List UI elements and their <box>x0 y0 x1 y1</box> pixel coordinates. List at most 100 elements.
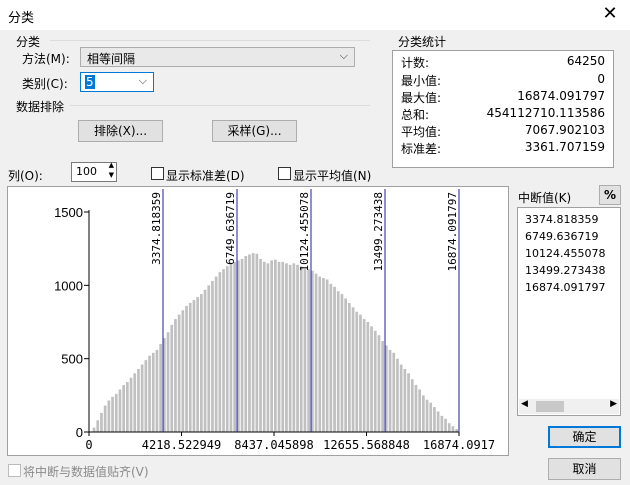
stats-row: 标准差: 3361.707159 <box>401 140 605 156</box>
histogram-bar <box>414 385 418 432</box>
histogram-bar <box>188 302 192 432</box>
histogram-bar <box>429 402 433 432</box>
histogram-bar <box>436 411 440 432</box>
histogram-bar <box>377 335 381 432</box>
histogram-bar <box>277 261 281 432</box>
list-item[interactable]: 13499.273438 <box>525 264 605 277</box>
histogram-bar <box>122 385 125 432</box>
show-std-label: 显示标准差(D) <box>166 169 245 183</box>
exclude-button[interactable]: 排除(X)... <box>78 120 163 142</box>
histogram-bar <box>362 319 366 432</box>
show-std-checkbox[interactable] <box>151 167 164 180</box>
breaks-list[interactable]: 3374.818359 6749.636719 10124.455078 134… <box>517 207 621 416</box>
histogram-bar <box>351 307 355 432</box>
horizontal-scrollbar[interactable]: ◀ ▶ <box>519 399 619 414</box>
stats-row: 最大值: 16874.091797 <box>401 89 605 105</box>
histogram-bar <box>262 261 266 432</box>
scroll-thumb[interactable] <box>536 401 564 412</box>
x-tick-label: 0 <box>85 438 92 452</box>
snap-label: 将中断与数据值贴齐(V) <box>23 465 149 479</box>
close-icon[interactable]: ✕ <box>600 3 620 24</box>
histogram-bar <box>314 273 318 432</box>
classes-select[interactable]: 5 ⌵ <box>80 72 154 92</box>
stats-value: 64250 <box>566 54 605 68</box>
histogram-bar <box>259 258 262 432</box>
list-item[interactable]: 10124.455078 <box>525 247 605 260</box>
columns-stepper[interactable]: 100 ▲ ▼ <box>71 161 117 182</box>
sample-button[interactable]: 采样(G)... <box>212 120 297 142</box>
histogram-bar <box>388 349 392 432</box>
histogram-bar <box>96 420 100 432</box>
y-tick-label: 1000 <box>54 278 83 293</box>
histogram-bar <box>203 289 207 432</box>
chevron-down-icon[interactable]: ⌵ <box>139 74 147 88</box>
break-label: 13499.273438 <box>372 192 385 271</box>
percent-button[interactable]: % <box>599 185 621 205</box>
ok-button[interactable]: 确定 <box>548 426 621 448</box>
histogram-bar <box>444 418 447 432</box>
histogram-bar <box>144 360 148 432</box>
stats-row: 最小值: 0 <box>401 72 605 88</box>
histogram-bar <box>129 377 133 432</box>
histogram-bar <box>225 266 229 432</box>
histogram-bar <box>422 395 425 432</box>
stepper-down-icon[interactable]: ▼ <box>109 171 114 179</box>
histogram-bar <box>107 400 111 432</box>
histogram-bar <box>151 352 155 432</box>
cancel-button[interactable]: 取消 <box>548 458 621 480</box>
histogram-bar <box>296 264 299 432</box>
snap-checkbox[interactable] <box>8 464 21 477</box>
histogram-bar <box>114 393 118 432</box>
histogram-bar <box>399 364 403 432</box>
list-item[interactable]: 3374.818359 <box>525 213 598 226</box>
title-bar: 分类 ✕ <box>0 0 630 30</box>
histogram-bar <box>103 405 107 432</box>
histogram-bar <box>410 379 414 432</box>
histogram-bar <box>340 294 344 432</box>
histogram-bar <box>407 373 410 432</box>
histogram-bar <box>373 330 377 432</box>
histogram-bar <box>251 253 255 432</box>
break-label: 3374.818359 <box>150 192 163 265</box>
histogram-bar <box>366 322 370 432</box>
break-label: 16874.091797 <box>446 192 459 271</box>
histogram-bar <box>303 269 307 432</box>
histogram-bar <box>451 426 455 432</box>
method-select[interactable]: 相等间隔 ⌵ <box>80 47 355 67</box>
chevron-down-icon[interactable]: ⌵ <box>340 49 348 63</box>
histogram-bar <box>266 263 270 432</box>
histogram-bar <box>447 423 451 432</box>
stats-key: 总和: <box>401 108 430 122</box>
histogram-bar <box>218 272 222 432</box>
histogram-bar <box>200 294 203 432</box>
scroll-right-icon[interactable]: ▶ <box>610 399 617 409</box>
histogram-bar <box>425 399 429 432</box>
list-item[interactable]: 16874.091797 <box>525 281 605 294</box>
exclusion-group-divider <box>70 105 370 106</box>
histogram-bar <box>196 297 199 432</box>
histogram-bar <box>322 278 325 432</box>
columns-label: 列(O): <box>8 169 43 183</box>
histogram-bar <box>170 324 174 432</box>
histogram-bar <box>307 269 310 432</box>
histogram-bar <box>348 302 351 432</box>
stats-key: 最小值: <box>401 74 442 88</box>
histogram-bar <box>92 427 96 432</box>
histogram-bar <box>418 389 421 432</box>
classes-value: 5 <box>85 75 95 89</box>
list-item[interactable]: 6749.636719 <box>525 230 598 243</box>
stats-value: 454112710.113586 <box>486 106 605 120</box>
histogram-bar <box>148 355 151 432</box>
show-mean-checkbox[interactable] <box>278 167 291 180</box>
stats-value: 16874.091797 <box>517 89 605 103</box>
scroll-left-icon[interactable]: ◀ <box>521 399 528 409</box>
stepper-up-icon[interactable]: ▲ <box>109 161 114 169</box>
histogram-bar <box>392 352 396 432</box>
stats-key: 最大值: <box>401 91 442 105</box>
histogram-bar <box>318 276 322 432</box>
histogram-bar <box>222 269 225 432</box>
stats-panel: 计数: 64250 最小值: 0 最大值: 16874.091797 总和: 45411… <box>392 50 614 168</box>
histogram-bar <box>137 368 140 432</box>
stats-row: 平均值: 7067.902103 <box>401 123 605 139</box>
histogram-bar <box>181 310 185 432</box>
